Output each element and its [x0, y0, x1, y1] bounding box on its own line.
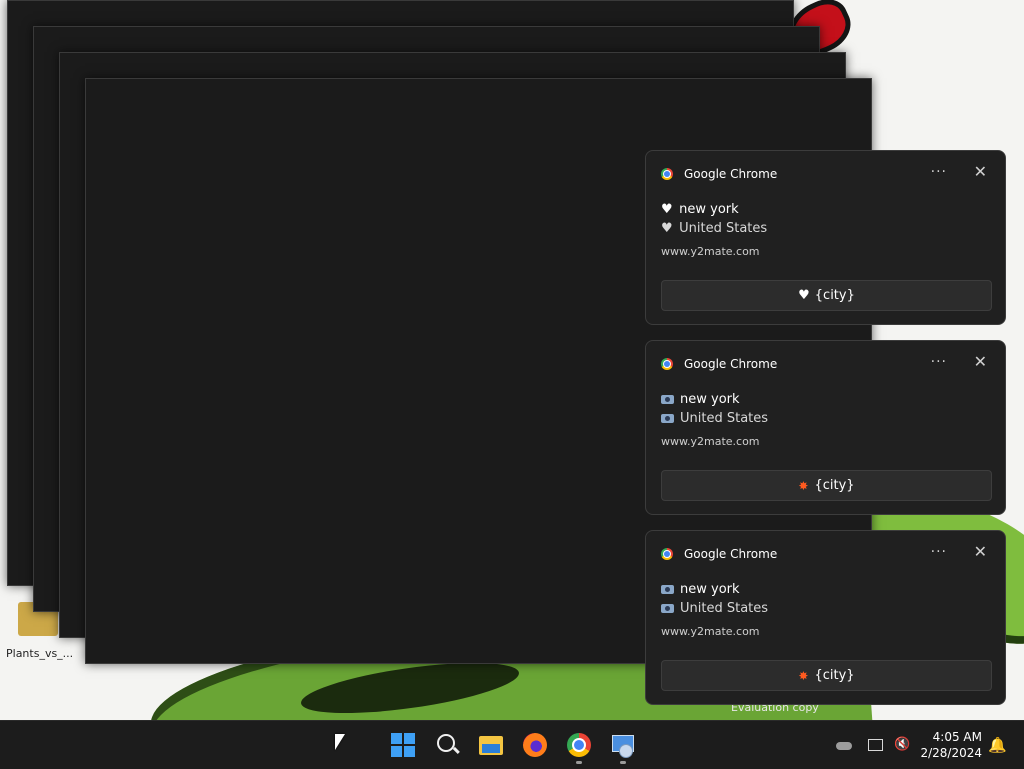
toast-action-label: {city}: [814, 668, 855, 683]
chrome-icon[interactable]: [567, 733, 591, 757]
toast-site: www.y2mate.com: [661, 435, 760, 448]
toast-line-city: new york: [661, 392, 740, 407]
clock-date: 2/28/2024: [920, 746, 982, 760]
toast-header: Google Chrome: [661, 165, 777, 183]
close-button[interactable]: ✕: [974, 542, 987, 561]
toast-app-name: Google Chrome: [684, 547, 778, 561]
more-options-button[interactable]: ···: [931, 164, 947, 180]
search-icon[interactable]: [436, 733, 460, 757]
desktop-shortcut-label[interactable]: Plants_vs_...: [6, 647, 73, 660]
toast-country-text: United States: [680, 601, 769, 616]
toast-action-label: {city}: [814, 478, 855, 493]
running-indicator: [620, 761, 626, 764]
heart-icon: ♥: [661, 202, 673, 217]
chrome-icon: [661, 548, 673, 560]
toast-site: www.y2mate.com: [661, 245, 760, 258]
app-icon[interactable]: [611, 733, 635, 758]
network-icon[interactable]: [868, 737, 884, 753]
toast-action-button[interactable]: ✸ {city}: [661, 660, 992, 691]
start-icon[interactable]: [391, 733, 415, 757]
clock-time: 4:05 AM: [932, 730, 982, 744]
toast-line-country: ♥ United States: [661, 221, 767, 236]
camera-icon: [661, 604, 674, 613]
toast-action-label: {city}: [814, 288, 855, 303]
firefox-icon[interactable]: [523, 733, 547, 757]
close-button[interactable]: ✕: [974, 352, 987, 371]
notification-toast[interactable]: Google Chrome ··· ✕ new york United Stat…: [645, 530, 1006, 705]
heart-icon: ♥: [661, 221, 673, 236]
notification-toast[interactable]: Google Chrome ··· ✕ ♥ new york ♥ United …: [645, 150, 1006, 325]
toast-action-button[interactable]: ♥ {city}: [661, 280, 992, 311]
camera-icon: [661, 395, 674, 404]
toast-header: Google Chrome: [661, 545, 777, 563]
mouse-cursor-icon: [335, 734, 345, 750]
toast-app-name: Google Chrome: [684, 167, 778, 181]
more-options-button[interactable]: ···: [931, 544, 947, 560]
toast-line-city: new york: [661, 582, 740, 597]
toast-line-country: United States: [661, 411, 768, 426]
notification-bell-icon[interactable]: 🔔: [988, 737, 1007, 753]
toast-action-button[interactable]: ✸ {city}: [661, 470, 992, 501]
toast-country-text: United States: [680, 411, 769, 426]
camera-icon: [661, 414, 674, 423]
toast-city-text: new york: [679, 202, 739, 217]
camera-icon: [661, 585, 674, 594]
toast-header: Google Chrome: [661, 355, 777, 373]
clock[interactable]: 4:05 AM 2/28/2024: [920, 729, 982, 761]
more-options-button[interactable]: ···: [931, 354, 947, 370]
onedrive-icon[interactable]: [836, 737, 852, 753]
toast-line-country: United States: [661, 601, 768, 616]
toast-city-text: new york: [680, 582, 740, 597]
volume-muted-icon[interactable]: 🔇: [894, 737, 910, 753]
burst-icon: ✸: [798, 668, 809, 683]
taskbar: 🔇 4:05 AM 2/28/2024 🔔: [0, 720, 1024, 769]
notification-toast[interactable]: Google Chrome ··· ✕ new york United Stat…: [645, 340, 1006, 515]
file-explorer-icon[interactable]: [479, 733, 503, 757]
toast-site: www.y2mate.com: [661, 625, 760, 638]
chrome-icon: [661, 168, 673, 180]
heart-icon: ♥: [798, 288, 810, 303]
toast-app-name: Google Chrome: [684, 357, 778, 371]
burst-icon: ✸: [798, 478, 809, 493]
toast-line-city: ♥ new york: [661, 202, 739, 217]
chrome-icon: [661, 358, 673, 370]
toast-city-text: new york: [680, 392, 740, 407]
close-button[interactable]: ✕: [974, 162, 987, 181]
running-indicator: [576, 761, 582, 764]
toast-country-text: United States: [679, 221, 768, 236]
